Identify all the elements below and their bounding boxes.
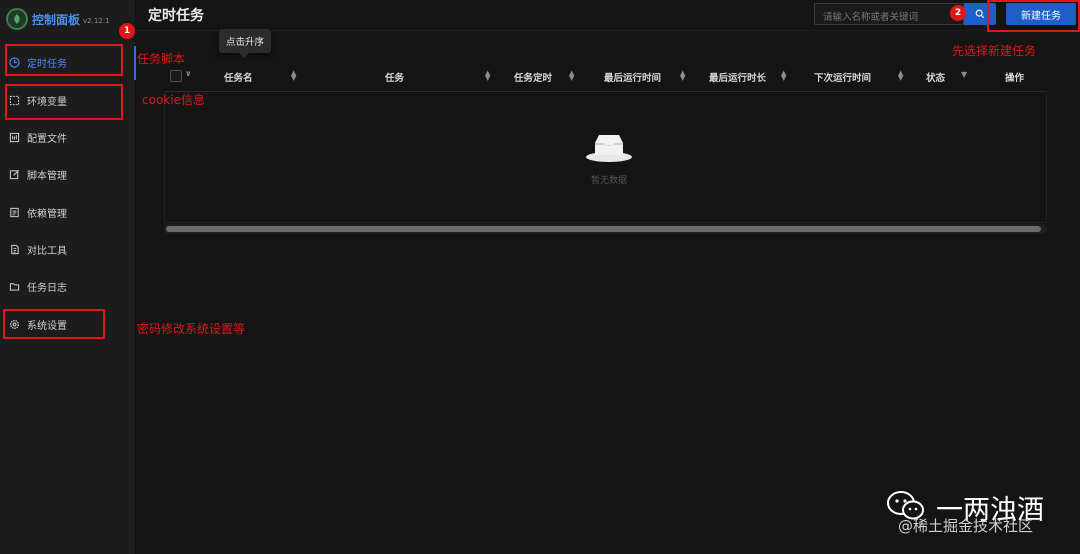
annotation-task-script: 任务脚本 <box>137 52 186 66</box>
logo-icon <box>6 8 28 30</box>
chevron-down-icon[interactable]: ∨ <box>185 69 192 78</box>
sort-tooltip: 点击升序 <box>219 29 272 58</box>
watermark-site: @稀土掘金技术社区 <box>898 517 1034 535</box>
empty-text: 暂无数据 <box>590 176 627 186</box>
annotation-box-env <box>5 84 123 120</box>
column-header-last-duration[interactable]: 最后运行时长 <box>709 70 766 84</box>
header-divider <box>136 30 1080 31</box>
column-header-actions: 操作 <box>1005 73 1025 84</box>
sort-icon[interactable]: ▲ ▼ <box>781 70 786 82</box>
sidebar-item-deps[interactable]: 依赖管理 <box>8 202 67 222</box>
sort-icon[interactable]: ▲ ▼ <box>680 70 685 82</box>
sidebar-item-label: 对比工具 <box>27 245 67 257</box>
column-header-status: 状态 <box>926 73 946 84</box>
package-icon <box>8 206 20 218</box>
sidebar-item-logs[interactable]: 任务日志 <box>8 276 67 296</box>
table-body: 暂无数据 <box>164 93 1047 223</box>
sort-icon[interactable]: ▲ ▼ <box>569 70 574 82</box>
sidebar-item-label: 配置文件 <box>27 133 67 145</box>
sidebar-item-config[interactable]: 配置文件 <box>8 127 67 147</box>
step-badge-2: 2 <box>950 5 966 21</box>
search-input[interactable]: 请输入名称或者关键词 <box>814 3 964 25</box>
sort-icon[interactable]: ▲ ▼ <box>291 70 296 82</box>
app-title: 控制面板 <box>32 12 81 27</box>
annotation-new-task-hint: 先选择新建任务 <box>952 44 1037 58</box>
sidebar-item-label: 脚本管理 <box>27 170 67 182</box>
task-table: ∨ 任务名 ▲ ▼ 任务 ▲ ▼ 任务定时 ▲ ▼ 最后运行时间 ▲ ▼ 最后运行时长 … <box>164 62 1047 238</box>
annotation-system-settings: 密码修改系统设置等 <box>137 322 246 336</box>
sidebar-item-scripts[interactable]: 脚本管理 <box>8 164 67 184</box>
column-header-last-run[interactable]: 最后运行时间 <box>604 70 661 84</box>
search-icon <box>975 9 985 19</box>
column-header-schedule[interactable]: 任务定时 <box>514 70 552 84</box>
empty-box-icon <box>586 135 632 162</box>
column-header-next-run[interactable]: 下次运行时间 <box>814 70 871 84</box>
sidebar-item-label: 依赖管理 <box>27 208 67 220</box>
sort-icon[interactable]: ▲ ▼ <box>898 70 903 82</box>
annotation-box-cron <box>5 44 123 76</box>
sidebar-item-label: 任务日志 <box>27 282 67 294</box>
horizontal-scrollbar[interactable] <box>164 224 1047 234</box>
column-header-command[interactable]: 任务 <box>385 70 404 84</box>
step-badge-1: 1 <box>119 23 135 39</box>
config-icon <box>8 131 20 143</box>
annotation-box-settings <box>3 309 105 339</box>
brand[interactable]: 控制面板 v2.12.1 <box>6 6 109 32</box>
scrollbar-thumb[interactable] <box>166 226 1041 232</box>
app-version: v2.12.1 <box>83 17 110 25</box>
active-indicator <box>134 46 136 80</box>
diff-icon <box>8 243 20 255</box>
table-header: ∨ 任务名 ▲ ▼ 任务 ▲ ▼ 任务定时 ▲ ▼ 最后运行时间 ▲ ▼ 最后运行时长 … <box>164 62 1047 92</box>
edit-icon <box>8 168 20 180</box>
annotation-cookie-info: cookie信息 <box>142 93 205 107</box>
sidebar-item-diff[interactable]: 对比工具 <box>8 239 67 259</box>
filter-icon[interactable]: ▼ <box>961 71 967 79</box>
select-all-checkbox[interactable] <box>170 70 182 82</box>
column-header-name[interactable]: 任务名 <box>224 70 253 84</box>
sort-icon[interactable]: ▲ ▼ <box>485 70 490 82</box>
annotation-box-new-task <box>987 0 1080 32</box>
page-title: 定时任务 <box>148 8 204 24</box>
folder-icon <box>8 280 20 292</box>
